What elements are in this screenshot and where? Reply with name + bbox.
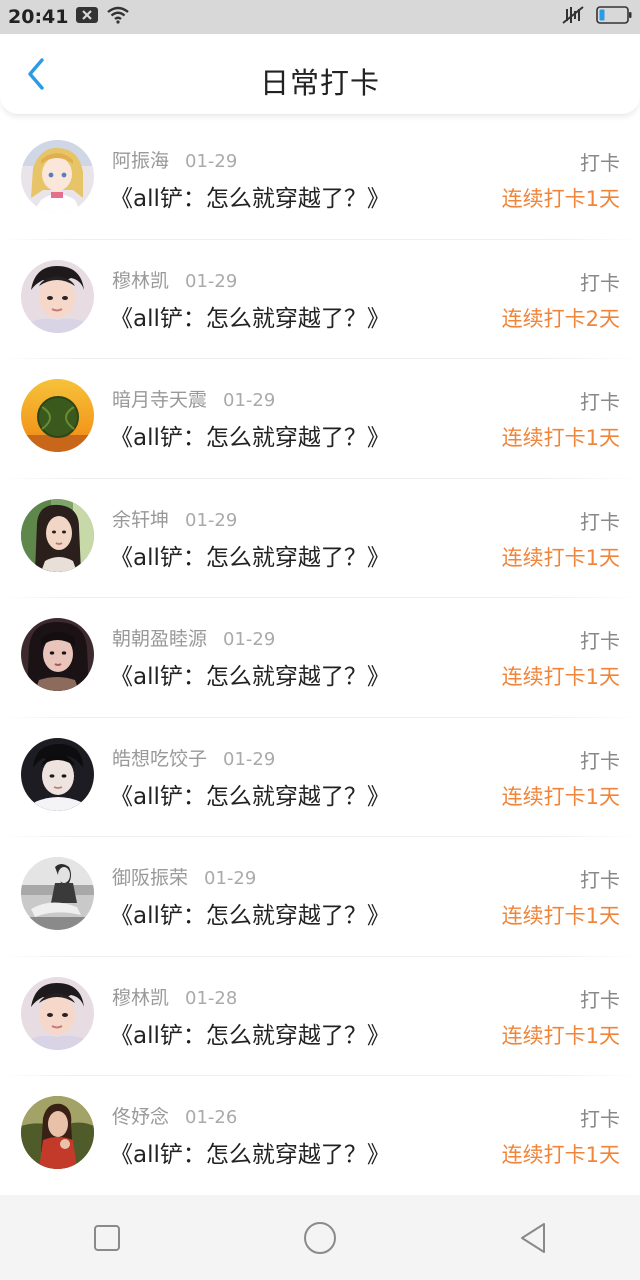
- streak-label: 连续打卡1天: [501, 1143, 620, 1167]
- checkin-label: 打卡: [580, 748, 620, 773]
- checkin-label: 打卡: [580, 629, 620, 653]
- book-title[interactable]: 《all铲：怎么就穿越了？》: [110, 538, 390, 572]
- checkin-label: 打卡: [580, 987, 620, 1012]
- notification-close-icon: [76, 7, 99, 27]
- checkin-date: 01-28: [185, 987, 238, 1009]
- checkin-label: 打卡: [580, 151, 620, 175]
- recent-apps-button[interactable]: [77, 1208, 137, 1268]
- user-name[interactable]: 余轩坤: [112, 509, 169, 531]
- checkin-date: 01-29: [185, 509, 238, 531]
- list-item[interactable]: 朝朝盈睦源 01-29 《all铲：怎么就穿越了？》 打卡 连续打卡1天: [0, 598, 640, 718]
- boy-dark-avatar[interactable]: [21, 737, 94, 811]
- checkin-date: 01-26: [185, 1107, 238, 1128]
- top-bar: 日常打卡: [0, 34, 640, 115]
- system-nav-bar: [0, 1195, 640, 1280]
- status-time: 20:41: [8, 6, 69, 28]
- book-title[interactable]: 《all铲：怎么就穿越了？》: [110, 657, 390, 691]
- user-name[interactable]: 穆林凯: [112, 270, 169, 292]
- user-name[interactable]: 御阪振荣: [112, 867, 188, 889]
- list-item[interactable]: 皓想吃饺子 01-29 《all铲：怎么就穿越了？》 打卡 连续打卡1天: [0, 718, 640, 837]
- list-item[interactable]: 穆林凯 01-29 《all铲：怎么就穿越了？》 打卡 连续打卡2天: [0, 240, 640, 359]
- book-title[interactable]: 《all铲：怎么就穿越了？》: [110, 1135, 390, 1169]
- home-icon: [303, 1221, 336, 1254]
- checkin-date: 01-29: [204, 868, 257, 889]
- home-button[interactable]: [290, 1208, 350, 1268]
- anime-girl-avatar[interactable]: [21, 140, 94, 213]
- wifi-icon: [106, 6, 130, 28]
- battery-icon: [596, 6, 632, 28]
- streak-label: 连续打卡1天: [501, 545, 620, 570]
- checkin-label: 打卡: [580, 868, 620, 892]
- streak-label: 连续打卡1天: [501, 187, 620, 211]
- user-name[interactable]: 阿振海: [112, 150, 169, 172]
- streak-label: 连续打卡1天: [501, 426, 620, 450]
- streak-label: 连续打卡1天: [501, 904, 620, 928]
- user-name[interactable]: 朝朝盈睦源: [112, 628, 207, 650]
- checkin-date: 01-29: [223, 748, 276, 770]
- checkin-date: 01-29: [223, 629, 276, 650]
- checkin-date: 01-29: [223, 390, 276, 411]
- status-bar: 20:41: [0, 0, 640, 34]
- mute-icon: [560, 5, 586, 29]
- checkin-list: 阿振海 01-29 《all铲：怎么就穿越了？》 打卡 连续打卡1天 穆林凯 01-…: [0, 120, 640, 1196]
- boy-portrait-avatar[interactable]: [21, 976, 94, 1050]
- book-title[interactable]: 《all铲：怎么就穿越了？》: [110, 777, 390, 811]
- tennis-ball-avatar[interactable]: [21, 379, 94, 452]
- streak-label: 连续打卡1天: [501, 665, 620, 689]
- streak-label: 连续打卡2天: [501, 306, 620, 331]
- girl-nature-avatar[interactable]: [21, 1096, 94, 1169]
- list-item[interactable]: 穆林凯 01-28 《all铲：怎么就穿越了？》 打卡 连续打卡1天: [0, 957, 640, 1076]
- checkin-label: 打卡: [580, 390, 620, 414]
- streak-label: 连续打卡1天: [501, 1023, 620, 1048]
- boy-portrait-avatar[interactable]: [21, 259, 94, 333]
- book-title[interactable]: 《all铲：怎么就穿越了？》: [110, 418, 390, 452]
- list-item[interactable]: 佟妤念 01-26 《all铲：怎么就穿越了？》 打卡 连续打卡1天: [0, 1076, 640, 1196]
- book-title[interactable]: 《all铲：怎么就穿越了？》: [110, 1016, 390, 1050]
- streak-label: 连续打卡1天: [501, 784, 620, 809]
- checkin-label: 打卡: [580, 509, 620, 534]
- user-name[interactable]: 佟妤念: [112, 1106, 169, 1128]
- book-title[interactable]: 《all铲：怎么就穿越了？》: [110, 179, 390, 213]
- list-item[interactable]: 余轩坤 01-29 《all铲：怎么就穿越了？》 打卡 连续打卡1天: [0, 479, 640, 598]
- user-name[interactable]: 暗月寺天震: [112, 389, 207, 411]
- girl-dark-hair-avatar[interactable]: [21, 618, 94, 691]
- girl-portrait-avatar[interactable]: [21, 498, 94, 572]
- back-triangle-icon: [521, 1222, 546, 1253]
- recent-apps-icon: [93, 1224, 120, 1251]
- checkin-label: 打卡: [580, 1107, 620, 1131]
- list-item[interactable]: 阿振海 01-29 《all铲：怎么就穿越了？》 打卡 连续打卡1天: [0, 120, 640, 240]
- list-item[interactable]: 御阪振荣 01-29 《all铲：怎么就穿越了？》 打卡 连续打卡1天: [0, 837, 640, 957]
- user-name[interactable]: 皓想吃饺子: [112, 748, 207, 770]
- user-name[interactable]: 穆林凯: [112, 987, 169, 1009]
- book-title[interactable]: 《all铲：怎么就穿越了？》: [110, 299, 390, 333]
- checkin-date: 01-29: [185, 270, 238, 292]
- page-title: 日常打卡: [259, 66, 380, 100]
- checkin-label: 打卡: [580, 270, 620, 295]
- back-nav-button[interactable]: [503, 1208, 563, 1268]
- checkin-date: 01-29: [185, 151, 238, 172]
- list-item[interactable]: 暗月寺天震 01-29 《all铲：怎么就穿越了？》 打卡 连续打卡1天: [0, 359, 640, 479]
- book-title[interactable]: 《all铲：怎么就穿越了？》: [110, 896, 390, 930]
- grayscale-photo-avatar[interactable]: [21, 857, 94, 930]
